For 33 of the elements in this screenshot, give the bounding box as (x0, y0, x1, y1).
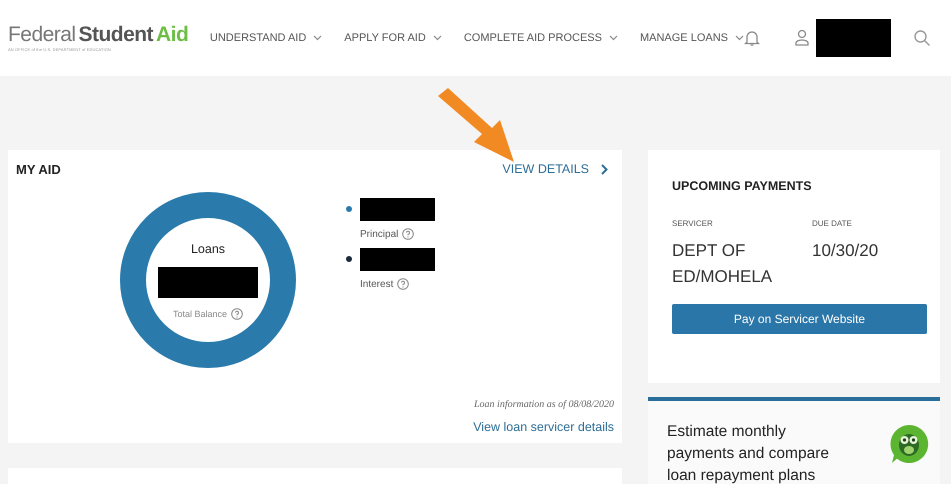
info-note: Loan information as of 08/08/2020 (474, 398, 614, 412)
owl-icon[interactable] (888, 423, 930, 465)
nav-menu[interactable]: MANAGE LOANS (640, 30, 744, 46)
nav-menu[interactable]: UNDERSTAND AID (210, 30, 322, 46)
servicer-details-link[interactable]: View loan servicer details (473, 418, 614, 437)
legend-label: Interest (360, 278, 394, 292)
logo-text[interactable]: Student (78, 24, 154, 44)
nav-menu[interactable]: APPLY FOR AID (344, 30, 442, 46)
help-icon[interactable] (402, 228, 414, 240)
nav-menu[interactable]: COMPLETE AID PROCESS (464, 30, 618, 46)
chevron-right-icon (601, 164, 608, 175)
user-icon[interactable] (794, 29, 810, 47)
help-icon[interactable] (397, 278, 410, 290)
column-label: SERVICER (672, 218, 714, 230)
chevron-down-icon (608, 35, 618, 41)
column-value: 10/30/20 (812, 240, 880, 262)
view-details-link[interactable]: VIEW DETAILS (502, 160, 608, 179)
card-text: Estimate monthly payments and compare loan repayment plans (667, 422, 830, 484)
column-value: DEPT OF ED/MOHELA (672, 240, 774, 288)
chart-caption: Total Balance (172, 308, 228, 321)
chart-label: Loans (190, 240, 226, 258)
column-label: DUE DATE (812, 218, 853, 230)
logo-text[interactable]: Federal (8, 24, 76, 44)
search-icon[interactable] (913, 29, 931, 47)
legend-label: Principal (360, 228, 398, 242)
chevron-down-icon (313, 35, 322, 41)
card-title: MY AID (16, 161, 61, 179)
chevron-down-icon (432, 35, 442, 41)
pay-button[interactable]: Pay on Servicer Website (672, 304, 927, 334)
bell-icon[interactable] (744, 29, 760, 47)
card-title: UPCOMING PAYMENTS (672, 178, 813, 195)
chevron-down-icon (735, 35, 744, 41)
help-icon[interactable] (231, 308, 244, 320)
